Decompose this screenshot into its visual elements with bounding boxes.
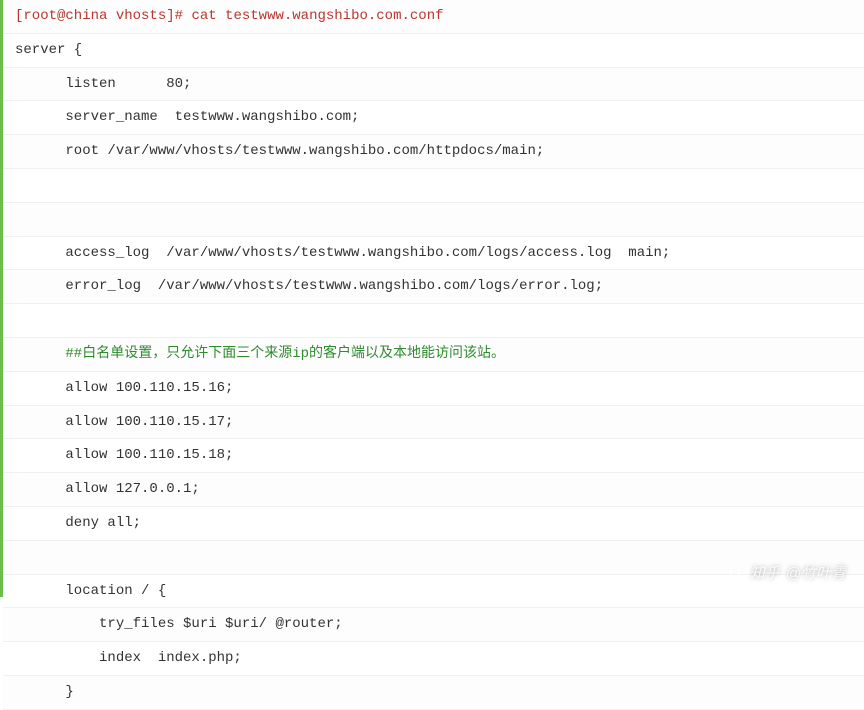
code-comment-line: ##白名单设置，只允许下面三个来源ip的客户端以及本地能访问该站。 [3, 338, 864, 372]
code-line: deny all; [3, 507, 864, 541]
code-line: root /var/www/vhosts/testwww.wangshibo.c… [3, 135, 864, 169]
code-line: error_log /var/www/vhosts/testwww.wangsh… [3, 270, 864, 304]
watermark: 知乎 @竹叶青 [726, 562, 846, 583]
watermark-brand: 知乎 [750, 562, 780, 583]
prompt-hash: # [175, 8, 192, 24]
code-line: allow 100.110.15.17; [3, 406, 864, 440]
code-line: allow 100.110.15.18; [3, 439, 864, 473]
code-line [3, 169, 864, 203]
code-line: allow 127.0.0.1; [3, 473, 864, 507]
code-block: [root@china vhosts]# cat testwww.wangshi… [0, 0, 864, 597]
prompt-user-host: [root@china vhosts] [15, 8, 175, 24]
code-line: try_files $uri $uri/ @router; [3, 608, 864, 642]
code-line: server { [3, 34, 864, 68]
code-line: } [3, 676, 864, 710]
prompt-command: cat testwww.wangshibo.com.conf [191, 8, 443, 24]
code-line: access_log /var/www/vhosts/testwww.wangs… [3, 237, 864, 271]
code-line: index index.php; [3, 642, 864, 676]
code-line [3, 304, 864, 338]
code-line: allow 100.110.15.16; [3, 372, 864, 406]
comment-text: ##白名单设置，只允许下面三个来源ip的客户端以及本地能访问该站。 [15, 346, 505, 362]
terminal-prompt-line: [root@china vhosts]# cat testwww.wangshi… [3, 0, 864, 34]
code-line: server_name testwww.wangshibo.com; [3, 101, 864, 135]
code-line: listen 80; [3, 68, 864, 102]
code-line [3, 203, 864, 237]
zhihu-logo-icon [726, 564, 744, 582]
watermark-author: @竹叶青 [786, 562, 846, 583]
